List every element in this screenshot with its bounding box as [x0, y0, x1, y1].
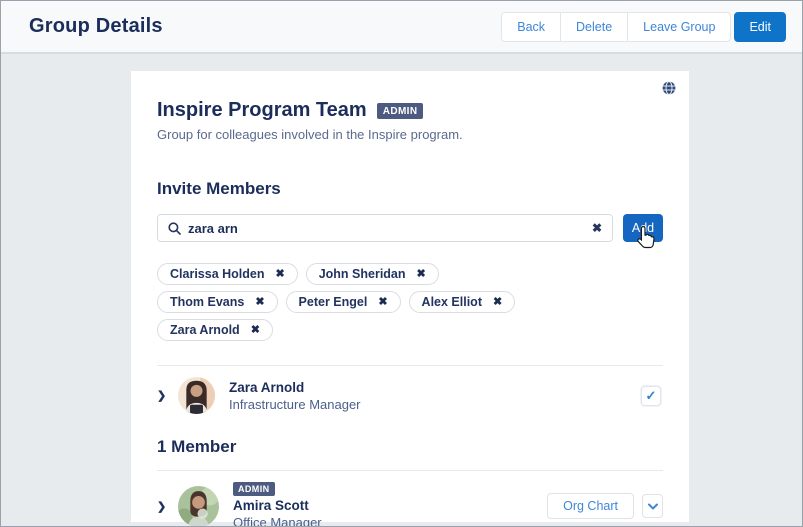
member-admin-badge: ADMIN: [233, 482, 275, 496]
member-search-input[interactable]: [188, 221, 585, 236]
person-name: Zara Arnold: [229, 380, 361, 395]
group-title-row: Inspire Program Team ADMIN: [157, 99, 663, 122]
invite-search-row: ✖ Add: [157, 214, 663, 242]
person-title: Office Manager: [233, 515, 322, 527]
avatar: [178, 486, 219, 527]
chevron-down-button[interactable]: [642, 494, 663, 518]
back-button[interactable]: Back: [501, 12, 561, 42]
chip-peter-engel[interactable]: Peter Engel ✖: [286, 291, 401, 313]
invite-members-heading: Invite Members: [157, 179, 663, 199]
chip-label: Peter Engel: [299, 295, 368, 309]
search-result-row[interactable]: ❯ Zara Arnold Infrastructure Manager ✓: [157, 366, 663, 424]
chip-thom-evans[interactable]: Thom Evans ✖: [157, 291, 278, 313]
person-info: Zara Arnold Infrastructure Manager: [229, 380, 361, 412]
chevron-down-icon: [648, 503, 658, 510]
delete-button[interactable]: Delete: [560, 12, 628, 42]
remove-chip-icon[interactable]: ✖: [417, 269, 426, 280]
chevron-right-icon[interactable]: ❯: [157, 389, 167, 402]
page-header: Group Details Back Delete Leave Group Ed…: [1, 1, 802, 54]
chip-label: Zara Arnold: [170, 323, 240, 337]
person-title: Infrastructure Manager: [229, 397, 361, 412]
remove-chip-icon[interactable]: ✖: [378, 297, 387, 308]
person-info: ADMIN Amira Scott Office Manager: [233, 482, 322, 527]
remove-chip-icon[interactable]: ✖: [493, 297, 502, 308]
chip-label: Thom Evans: [170, 295, 244, 309]
member-count-heading: 1 Member: [157, 437, 663, 457]
group-card: Inspire Program Team ADMIN Group for col…: [131, 71, 689, 522]
chip-label: Clarissa Holden: [170, 267, 264, 281]
group-details-page: Group Details Back Delete Leave Group Ed…: [0, 0, 803, 527]
remove-chip-icon[interactable]: ✖: [251, 325, 260, 336]
chip-label: Alex Elliot: [422, 295, 482, 309]
member-row-actions: Org Chart: [547, 493, 663, 519]
chip-clarissa-holden[interactable]: Clarissa Holden ✖: [157, 263, 298, 285]
header-actions: Back Delete Leave Group Edit: [501, 12, 786, 42]
chip-label: John Sheridan: [319, 267, 406, 281]
group-description: Group for colleagues involved in the Ins…: [157, 127, 663, 142]
admin-badge: ADMIN: [377, 103, 424, 119]
select-member-checkbox[interactable]: ✓: [641, 386, 661, 406]
chevron-right-icon[interactable]: ❯: [157, 500, 167, 513]
invited-chips: Clarissa Holden ✖ John Sheridan ✖ Thom E…: [157, 263, 517, 341]
page-title: Group Details: [29, 15, 163, 38]
person-name: Amira Scott: [233, 498, 322, 513]
remove-chip-icon[interactable]: ✖: [255, 297, 264, 308]
member-row[interactable]: ❯ ADMIN Amira Scott Office Manager Org: [157, 471, 663, 527]
search-icon: [168, 222, 181, 235]
chip-alex-elliot[interactable]: Alex Elliot ✖: [409, 291, 516, 313]
org-chart-button[interactable]: Org Chart: [547, 493, 634, 519]
header-button-group: Back Delete Leave Group: [501, 12, 731, 42]
group-name: Inspire Program Team: [157, 99, 367, 122]
leave-group-button[interactable]: Leave Group: [627, 12, 731, 42]
globe-icon: [662, 81, 676, 95]
remove-chip-icon[interactable]: ✖: [275, 269, 284, 280]
add-button[interactable]: Add: [623, 214, 663, 242]
chip-zara-arnold[interactable]: Zara Arnold ✖: [157, 319, 273, 341]
chip-john-sheridan[interactable]: John Sheridan ✖: [306, 263, 439, 285]
edit-button[interactable]: Edit: [734, 12, 786, 42]
member-search-box[interactable]: ✖: [157, 214, 613, 242]
avatar: [178, 377, 215, 414]
clear-search-icon[interactable]: ✖: [592, 222, 602, 234]
